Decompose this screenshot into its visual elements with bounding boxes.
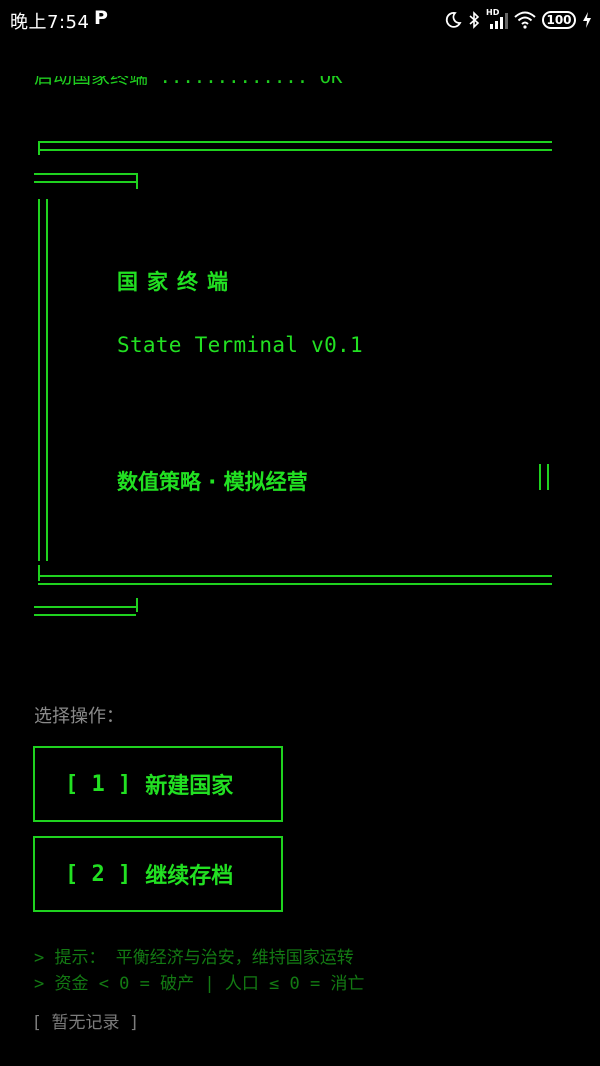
menu-prompt: 选择操作： xyxy=(34,706,124,727)
app-screen: 晚上7:54 P HD 100 启动国家终端 ............. OK … xyxy=(0,0,600,1066)
hint-line-2: > 资金 < 0 = 破产 | 人口 ≤ 0 = 消亡 xyxy=(34,974,365,994)
signal-icon: HD xyxy=(486,8,508,30)
status-time: 晚上7:54 xyxy=(10,12,90,33)
hint-line-1: > 提示： 平衡经济与治安，维持国家运转 xyxy=(34,948,354,968)
boot-log-line: 启动国家终端 ............. OK xyxy=(34,66,343,88)
bluetooth-icon xyxy=(469,11,480,29)
frame-bottom-tail xyxy=(34,606,136,616)
menu-index-1: [ 1 ] xyxy=(65,771,132,797)
frame-top-right-corner xyxy=(130,173,138,189)
save-record-status: [ 暂无记录 ] xyxy=(34,1013,137,1033)
banner-title-cn: 国家终端 xyxy=(117,270,237,294)
frame-top-tail xyxy=(34,173,136,183)
banner-title-en: State Terminal v0.1 xyxy=(117,333,363,357)
frame-left-wall xyxy=(38,199,48,561)
frame-bottom-rule xyxy=(38,575,552,585)
wifi-icon xyxy=(514,11,536,29)
new-country-button[interactable]: [ 1 ] 新建国家 xyxy=(33,746,283,822)
moon-icon xyxy=(445,12,462,28)
battery-icon: 100 xyxy=(542,11,576,29)
banner-subtitle: 数值策略 · 模拟经营 xyxy=(117,470,308,494)
status-bar: 晚上7:54 P HD 100 xyxy=(0,0,600,40)
menu-index-2: [ 2 ] xyxy=(65,861,132,887)
frame-top-rule xyxy=(38,141,552,151)
app-badge-icon: P xyxy=(94,7,108,29)
frame-top-left-corner xyxy=(38,141,46,155)
continue-save-button[interactable]: [ 2 ] 继续存档 xyxy=(33,836,283,912)
status-icons: HD 100 xyxy=(444,8,592,32)
menu-label-new-country: 新建国家 xyxy=(145,774,234,799)
charging-icon xyxy=(583,12,591,28)
frame-right-wall xyxy=(539,464,549,490)
menu-label-continue-save: 继续存档 xyxy=(145,864,234,889)
